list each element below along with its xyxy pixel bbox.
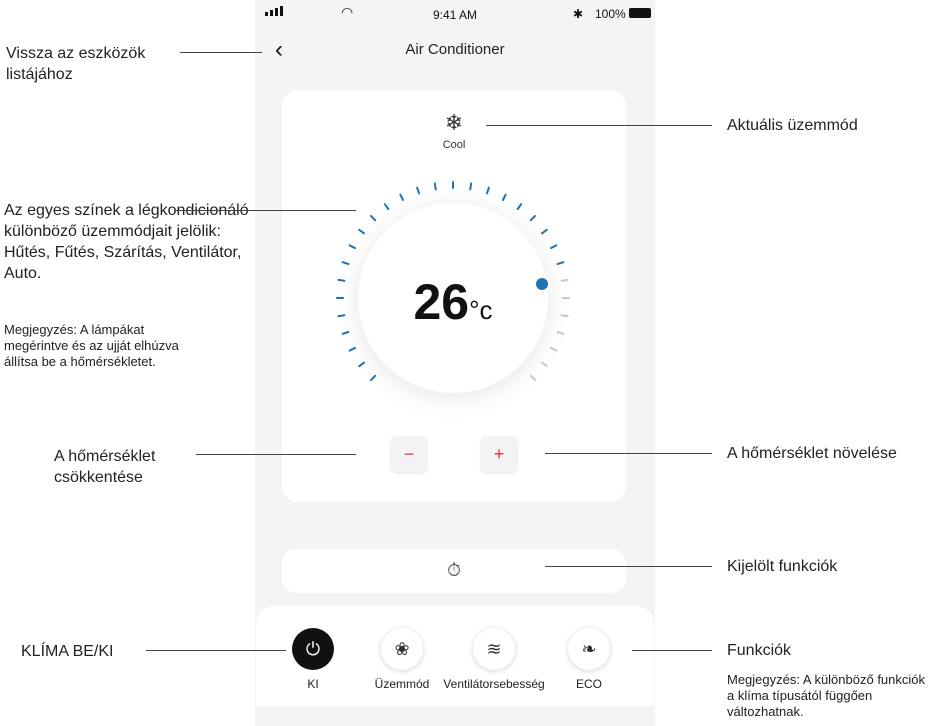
annotation-line [632, 650, 712, 651]
status-bar: ◠ 9:41 AM ✱ 100% [255, 0, 655, 28]
increase-temperature-button[interactable]: + [481, 436, 517, 472]
dial-tick[interactable] [529, 214, 537, 222]
temperature-dial[interactable]: 26°c [358, 203, 548, 393]
function-bar: ⏻ KI ❀ Üzemmód ≋ Ventilátorsebesség ❧ EC… [256, 606, 654, 706]
annotation-line [545, 566, 712, 567]
annotation-power: KLÍMA BE/KI [21, 643, 114, 660]
temperature-knob[interactable] [536, 278, 548, 290]
battery-percent: 100% [595, 7, 626, 21]
dial-tick[interactable] [485, 186, 490, 195]
dial-tick[interactable] [540, 361, 548, 368]
wind-icon[interactable]: ≋ [473, 628, 515, 670]
annotation-line [180, 52, 262, 53]
dial-tick[interactable] [416, 186, 421, 195]
power-icon[interactable]: ⏻ [292, 628, 334, 670]
bluetooth-icon: ✱ [573, 7, 584, 21]
temperature-unit: °c [469, 295, 493, 325]
dial-tick[interactable] [560, 278, 569, 282]
dial-tick[interactable] [383, 203, 390, 211]
dial-tick[interactable] [560, 314, 569, 318]
dial-tick[interactable] [358, 228, 366, 235]
dial-tick[interactable] [529, 374, 537, 382]
annotation-line [146, 650, 286, 651]
annotation-selected-functions: Kijelölt funkciók [727, 558, 838, 575]
dial-tick[interactable] [337, 278, 346, 282]
dial-tick[interactable] [550, 244, 558, 250]
temperature-value: 26 [413, 274, 470, 330]
annotation-back: Vissza az eszközök listájához [6, 45, 146, 83]
dial-tick[interactable] [469, 182, 473, 191]
eco-function[interactable]: ❧ ECO [534, 628, 644, 691]
dial-tick[interactable] [556, 330, 565, 335]
dial-tick[interactable] [337, 314, 346, 318]
dial-tick[interactable] [516, 203, 523, 211]
dial-tick[interactable] [501, 193, 507, 201]
annotation-functions-note: Megjegyzés: A különböző funkciók a klíma… [727, 672, 926, 719]
annotation-line [545, 453, 712, 454]
dial-tick[interactable] [341, 330, 350, 335]
battery-icon [629, 8, 651, 18]
dial-tick[interactable] [433, 182, 437, 191]
dial-tick[interactable] [556, 261, 565, 266]
fan-speed-function[interactable]: ≋ Ventilátorsebesség [439, 628, 549, 691]
selected-functions-bar[interactable]: ⏱ [282, 549, 626, 593]
dial-tick[interactable] [348, 244, 356, 250]
mode-icon[interactable]: ❀ [381, 628, 423, 670]
annotation-current-mode: Aktuális üzemmód [727, 117, 858, 134]
annotation-increase: A hőmérséklet növelése [727, 445, 897, 462]
dial-tick[interactable] [399, 193, 405, 201]
annotation-colors-note: Megjegyzés: A lámpákat megérintve és az … [4, 322, 179, 369]
annotation-line [196, 454, 356, 455]
annotation-decrease: A hőmérséklet csökkentése [54, 448, 156, 486]
thermostat-card: ❄ Cool 26°c − + [282, 90, 626, 502]
leaf-icon[interactable]: ❧ [568, 628, 610, 670]
dial-tick[interactable] [540, 228, 548, 235]
annotation-line [486, 125, 712, 126]
timer-icon: ⏱ [446, 560, 462, 580]
decrease-temperature-button[interactable]: − [391, 436, 427, 472]
dial-tick[interactable] [369, 214, 377, 222]
dial-tick[interactable] [341, 261, 350, 266]
dial-tick[interactable] [348, 346, 356, 352]
dial-tick[interactable] [369, 374, 377, 382]
temperature-display: 26°c [358, 273, 548, 331]
fan-speed-label: Ventilátorsebesség [443, 677, 545, 691]
annotation-functions: Funkciók [727, 642, 792, 659]
annotation-line [176, 210, 356, 211]
dial-tick[interactable] [358, 361, 366, 368]
eco-label: ECO [575, 677, 602, 691]
dial-tick[interactable] [550, 346, 558, 352]
page-title: Air Conditioner [405, 41, 505, 58]
annotation-colors: Az egyes színek a légkondicionáló különb… [4, 202, 249, 282]
